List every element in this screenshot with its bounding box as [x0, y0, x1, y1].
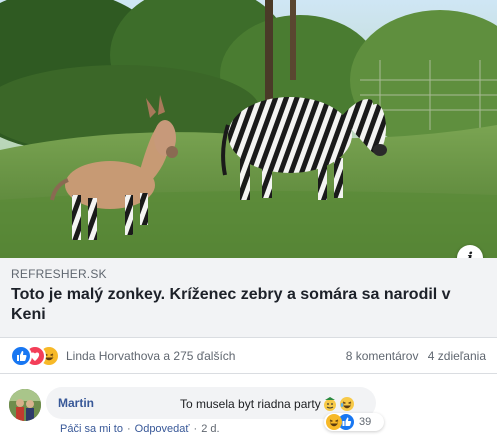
comment-text: To musela byt riadna party: [180, 396, 355, 415]
reply-link[interactable]: Odpovedať: [135, 423, 190, 435]
shares-count[interactable]: 4 zdieľania: [428, 349, 486, 363]
reaction-icons[interactable]: [10, 345, 70, 367]
zebra-zonkey-photo: [0, 0, 497, 258]
comment-actions: Páči sa mi to · Odpovedať · 2 d.: [60, 423, 220, 435]
comment: Martin To musela byt riadna party 39 Páč…: [0, 374, 497, 442]
comment-reaction-count: 39: [359, 416, 372, 428]
comment-reactions[interactable]: 39: [324, 413, 384, 431]
comment-author[interactable]: Martin: [58, 396, 94, 410]
avatar[interactable]: [9, 389, 41, 421]
comments-count[interactable]: 8 komentárov: [346, 349, 419, 363]
reactions-bar: Linda Horvathova a 275 ďalších 8 komentá…: [0, 338, 497, 374]
like-icon: [10, 345, 32, 367]
link-title[interactable]: Toto je malý zonkey. Kríženec zebry a so…: [11, 285, 481, 325]
comment-time[interactable]: 2 d.: [201, 423, 219, 435]
link-domain: REFRESHER.SK: [11, 267, 107, 281]
like-comment-link[interactable]: Páči sa mi to: [60, 423, 123, 435]
reactors-text[interactable]: Linda Horvathova a 275 ďalších: [66, 349, 235, 363]
post-stats: 8 komentárov 4 zdieľania: [340, 349, 486, 363]
haha-icon: [326, 414, 342, 430]
comment-body: To musela byt riadna party: [180, 397, 321, 411]
link-preview[interactable]: REFRESHER.SK Toto je malý zonkey. Krížen…: [0, 258, 497, 338]
separator: ·: [126, 423, 131, 435]
separator: ·: [193, 423, 198, 435]
post-image[interactable]: [0, 0, 497, 258]
